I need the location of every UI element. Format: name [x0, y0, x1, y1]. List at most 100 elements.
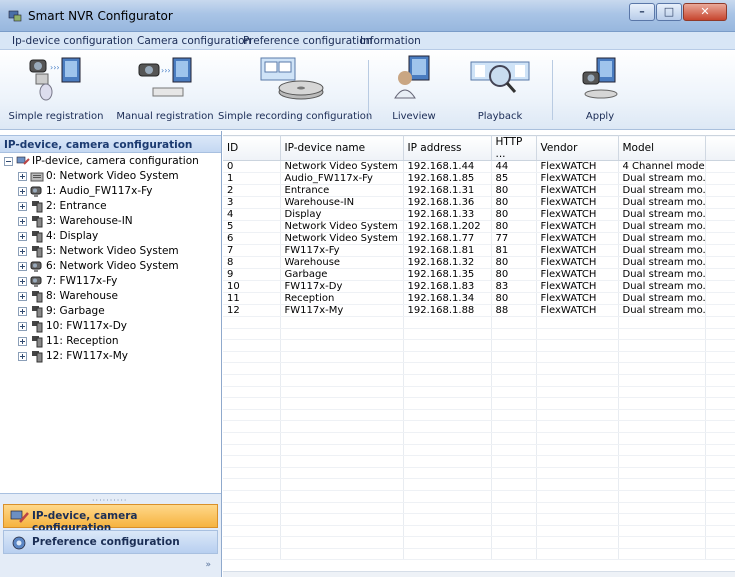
table-row[interactable]: 12 FW117x-My 192.168.1.88 88 FlexWATCH Dual s… [223, 304, 735, 317]
table-cell [223, 536, 281, 549]
table-row[interactable]: 5 Network Video System 192.168.1.202 80 Flex… [223, 220, 735, 233]
maximize-icon: □ [663, 5, 675, 18]
table-row[interactable]: 0 Network Video System 192.168.1.44 44 FlexW… [223, 160, 735, 173]
column-header-vendor[interactable]: Vendor [536, 135, 619, 161]
empty-table-row [223, 316, 735, 329]
expand-icon[interactable] [18, 217, 27, 226]
table-cell [536, 478, 619, 491]
table-row[interactable]: 10 FW117x-Dy 192.168.1.83 83 FlexWATCH Dual s… [223, 280, 735, 293]
column-header-ip-device-name[interactable]: IP-device name [280, 135, 404, 161]
tree-item-11[interactable]: 11: Reception [14, 335, 219, 348]
expand-icon[interactable] [18, 262, 27, 271]
table-cell: 192.168.1.32 [403, 256, 492, 269]
table-cell [403, 386, 492, 399]
simple-recording-configuration-button[interactable]: Simple recording configuration [218, 54, 372, 126]
table-cell [491, 432, 537, 445]
expand-icon[interactable] [18, 277, 27, 286]
table-row[interactable]: 9 Garbage 192.168.1.35 80 FlexWATCH Dual stre… [223, 268, 735, 281]
empty-table-row [223, 467, 735, 480]
tree-item-3[interactable]: 3: Warehouse-IN [14, 215, 219, 228]
column-header-http[interactable]: HTTP ... [491, 135, 537, 161]
collapse-icon[interactable] [4, 157, 13, 166]
menu-ip-device-configuration[interactable]: Ip-device configuration [12, 35, 133, 47]
tree-item-5[interactable]: 5: Network Video System [14, 245, 219, 258]
table-cell [705, 478, 735, 491]
table-cell [223, 490, 281, 503]
liveview-button[interactable]: Liveview [378, 54, 450, 126]
horizontal-scrollbar[interactable] [223, 571, 735, 577]
tree-item-7[interactable]: 7: FW117x-Fy [14, 275, 219, 288]
apply-button[interactable]: Apply [560, 54, 640, 126]
table-row[interactable]: 7 FW117x-Fy 192.168.1.81 81 FlexWATCH Dual st… [223, 244, 735, 257]
table-cell [280, 502, 404, 515]
tree-item-1[interactable]: 1: Audio_FW117x-Fy [14, 185, 219, 198]
table-row[interactable]: 4 Display 192.168.1.33 80 FlexWATCH Dual stre… [223, 208, 735, 221]
table-row[interactable]: 1 Audio_FW117x-Fy 192.168.1.85 85 FlexWATCH D… [223, 172, 735, 185]
expand-icon[interactable] [18, 232, 27, 241]
table-cell [705, 525, 735, 538]
table-cell: 9 [223, 268, 281, 281]
table-cell [280, 316, 404, 329]
tree-item-2[interactable]: 2: Entrance [14, 200, 219, 213]
nav-ip-device-camera-configuration[interactable]: IP-device, camera configuration [3, 504, 218, 534]
table-cell [403, 316, 492, 329]
table-row[interactable]: 6 Network Video System 192.168.1.77 77 FlexW… [223, 232, 735, 245]
playback-button[interactable]: Playback [460, 54, 540, 126]
column-header-model[interactable]: Model [618, 135, 706, 161]
table-row[interactable]: 11 Reception 192.168.1.34 80 FlexWATCH Dual s… [223, 292, 735, 305]
table-cell: 192.168.1.31 [403, 184, 492, 197]
audio-camera-icon [30, 186, 42, 197]
expand-icon[interactable] [18, 322, 27, 331]
device-table-panel: ID IP-device name IP address HTTP ... Ve… [223, 131, 735, 577]
tree-item-10[interactable]: 10: FW117x-Dy [14, 320, 219, 333]
table-cell [705, 513, 735, 526]
table-cell [536, 455, 619, 468]
table-cell [280, 490, 404, 503]
column-header-id[interactable]: ID [223, 135, 281, 161]
table-cell [280, 478, 404, 491]
menu-information[interactable]: Information [360, 35, 421, 47]
tree-item-8[interactable]: 8: Warehouse [14, 290, 219, 303]
expand-icon[interactable] [18, 187, 27, 196]
column-header-ip-address[interactable]: IP address [403, 135, 492, 161]
tree-item-9[interactable]: 9: Garbage [14, 305, 219, 318]
maximize-button[interactable]: □ [656, 3, 682, 21]
table-cell [618, 386, 706, 399]
table-cell: FlexWATCH [536, 232, 619, 245]
liveview-icon [394, 55, 430, 99]
expand-icon[interactable] [18, 247, 27, 256]
table-cell: 192.168.1.85 [403, 172, 492, 185]
tree-item-12[interactable]: 12: FW117x-My [14, 350, 219, 363]
menu-preference-configuration[interactable]: Preference configuration [243, 35, 372, 47]
device-table: ID IP-device name IP address HTTP ... Ve… [223, 135, 735, 561]
table-cell: FlexWATCH [536, 280, 619, 293]
minimize-button[interactable]: – [629, 3, 655, 21]
table-row[interactable]: 8 Warehouse 192.168.1.32 80 FlexWATCH Dual st… [223, 256, 735, 269]
table-cell [536, 397, 619, 410]
expand-icon[interactable] [18, 352, 27, 361]
expand-icon[interactable] [18, 202, 27, 211]
tree-item-4[interactable]: 4: Display [14, 230, 219, 243]
tree-item-6[interactable]: 6: Network Video System [14, 260, 219, 273]
tree-root[interactable]: IP-device, camera configuration [4, 155, 219, 168]
tree-item-0[interactable]: 0: Network Video System [14, 170, 219, 183]
table-cell: Dual stream mo... [618, 280, 706, 293]
manual-registration-button[interactable]: ››› Manual registration [113, 54, 217, 126]
table-cell [705, 244, 735, 257]
table-cell: FlexWATCH [536, 184, 619, 197]
table-row[interactable]: 3 Warehouse-IN 192.168.1.36 80 FlexWATCH Dual… [223, 196, 735, 209]
expand-icon[interactable] [18, 337, 27, 346]
expand-icon[interactable] [18, 307, 27, 316]
nav-preference-configuration[interactable]: Preference configuration [3, 530, 218, 554]
chevron-icon[interactable]: » [205, 560, 211, 570]
expand-icon[interactable] [18, 172, 27, 181]
table-cell [618, 432, 706, 445]
table-cell: Dual stream mo... [618, 220, 706, 233]
menu-camera-configuration[interactable]: Camera configuration [137, 35, 251, 47]
close-button[interactable]: ✕ [683, 3, 727, 21]
simple-registration-button[interactable]: ››› Simple registration [0, 54, 112, 126]
tree-item-label: 2: Entrance [46, 200, 107, 212]
table-cell: FW117x-My [280, 304, 404, 317]
table-row[interactable]: 2 Entrance 192.168.1.31 80 FlexWATCH Dual str… [223, 184, 735, 197]
expand-icon[interactable] [18, 292, 27, 301]
